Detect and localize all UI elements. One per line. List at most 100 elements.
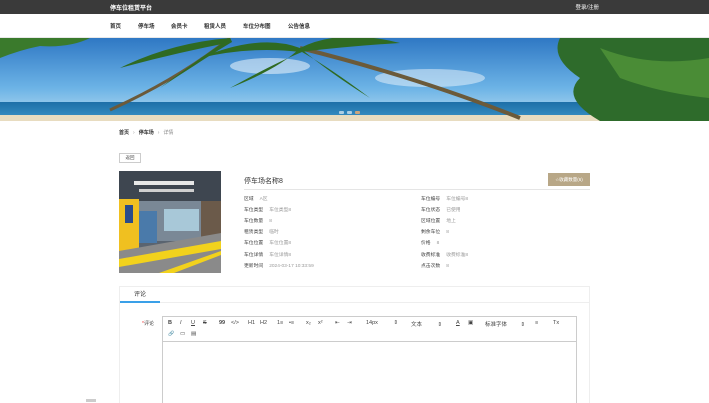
video-icon[interactable]: ▤ [191,331,196,337]
bullet-list-button[interactable]: •≡ [289,320,294,326]
carousel-dot[interactable] [339,111,344,114]
info-space-count: 车位数量 8 [244,217,272,224]
info-area-position: 区域位置 地上 [421,217,456,224]
nav-home[interactable]: 首页 [110,22,121,30]
info-rent-type: 租赁类型 临时 [244,228,279,235]
info-space-status: 车位状态 已使用 [421,206,461,213]
info-remaining: 剩余车位 8 [421,228,449,235]
main-nav: 首页 停车场 会员卡 租赁人员 车位分布图 公告信息 [0,14,709,38]
parking-title: 停车场名称8 [244,178,283,185]
superscript-button[interactable]: x² [318,320,323,326]
info-click-count: 点击次数 8 [421,262,449,269]
scroll-handle[interactable] [86,399,96,402]
clear-format-button[interactable]: Tx [553,320,559,326]
underline-button[interactable]: U [191,320,195,326]
breadcrumb-parking[interactable]: 停车场 [139,130,154,136]
nav-member-card[interactable]: 会员卡 [171,22,188,30]
font-family-select[interactable]: 标准字体 ⇕ [485,320,525,328]
tab-bar: 评论 [120,287,589,303]
info-value: 收费标准8 [446,253,469,258]
font-color-button[interactable]: A [456,320,460,326]
info-key: 租赁类型 [244,230,264,235]
comment-editor[interactable]: B I U S 99 </> H1 H2 1≡ •≡ x₂ x² ⇤ ⇥ 14p… [162,316,577,403]
info-key: 车位状态 [421,208,441,213]
info-key: 更新时间 [244,264,264,269]
chevron-down-icon: ⇕ [520,322,526,328]
image-icon[interactable]: ▭ [180,331,185,337]
info-key: 车位类型 [244,208,264,213]
comment-field-label: *评论 [142,320,154,327]
info-value: 8 [269,219,272,224]
font-size-select[interactable]: 14px ⇕ [366,320,398,326]
bold-button[interactable]: B [168,320,172,326]
carousel-dot[interactable] [347,111,352,114]
nav-parking[interactable]: 停车场 [138,22,155,30]
info-value: 车位编号8 [446,197,469,202]
info-value: A区 [259,197,268,202]
hero-banner[interactable] [0,38,709,121]
indent-icon[interactable]: ⇥ [347,320,352,326]
login-register-link[interactable]: 登录/注册 [575,3,599,11]
paragraph-select[interactable]: 文本 ⇕ [411,320,442,328]
italic-button[interactable]: I [180,320,182,326]
info-space-detail: 车位详情 车位详情8 [244,251,291,258]
code-block-button[interactable]: </> [231,320,239,326]
info-value: 8 [436,241,440,246]
paragraph-value: 文本 [411,322,423,328]
info-key: 车位详情 [244,253,264,258]
blockquote-button[interactable]: 99 [219,320,225,326]
breadcrumb: 首页 › 停车场 › 详情 [119,129,173,136]
nav-tenants[interactable]: 租赁人员 [204,22,226,30]
info-key: 价格 [421,241,431,246]
info-value: 已使用 [446,208,461,213]
breadcrumb-current: 详情 [163,130,174,136]
ordered-list-button[interactable]: 1≡ [277,320,283,326]
parking-photo [119,171,221,273]
info-key: 车位编号 [421,197,441,202]
info-space-location: 车位位置 车位位置8 [244,239,291,246]
info-space-type: 车位类型 车位类型8 [244,206,291,213]
breadcrumb-separator: › [157,130,160,136]
info-key: 区域 [244,197,254,202]
subscript-button[interactable]: x₂ [306,320,311,326]
info-value: 8 [446,264,449,269]
info-area: 区域 A区 [244,195,268,202]
nav-distribution-map[interactable]: 车位分布图 [243,22,271,30]
font-family-value: 标准字体 [485,322,508,328]
tab-comment[interactable]: 评论 [120,287,160,303]
info-key: 车位数量 [244,219,264,224]
background-color-button[interactable]: ▣ [468,320,473,326]
info-key: 区域位置 [421,219,441,224]
banner-image [0,38,709,121]
nav-announcements[interactable]: 公告信息 [288,22,310,30]
link-icon[interactable]: 🔗 [168,331,174,337]
strike-button[interactable]: S [203,320,207,326]
info-value: 车位位置8 [269,241,292,246]
breadcrumb-home[interactable]: 首页 [119,130,129,136]
font-size-value: 14px [366,320,378,326]
info-key: 剩余车位 [421,230,441,235]
title-divider [244,189,590,190]
site-title: 停车位租赁平台 [110,6,153,12]
info-key: 收费标准 [421,253,441,258]
info-updated-at: 更新时间 2024-03-17 10:33:59 [244,262,314,269]
info-value: 车位类型8 [269,208,292,213]
info-space-number: 车位编号 车位编号8 [421,195,468,202]
heading1-button[interactable]: H1 [248,320,255,326]
top-bar: 停车位租赁平台 登录/注册 [0,0,709,14]
carousel-dot-active[interactable] [355,111,360,114]
info-value: 8 [446,230,449,235]
carousel-indicators [339,111,360,114]
info-value: 2024-03-17 10:33:59 [269,264,314,269]
comment-label-text: 评论 [143,321,154,327]
favorite-button[interactable]: ☆收藏数量(6) [548,173,590,186]
chevron-down-icon: ⇕ [393,320,399,326]
favorite-label: 收藏数量(6) [559,177,583,182]
heading2-button[interactable]: H2 [260,320,267,326]
outdent-icon[interactable]: ⇤ [335,320,340,326]
info-value: 临时 [269,230,279,235]
align-button[interactable]: ≡ [535,320,538,326]
info-price: 价格 8 [421,239,439,246]
info-key: 点击次数 [421,264,441,269]
back-button[interactable]: 返回 [119,153,141,163]
